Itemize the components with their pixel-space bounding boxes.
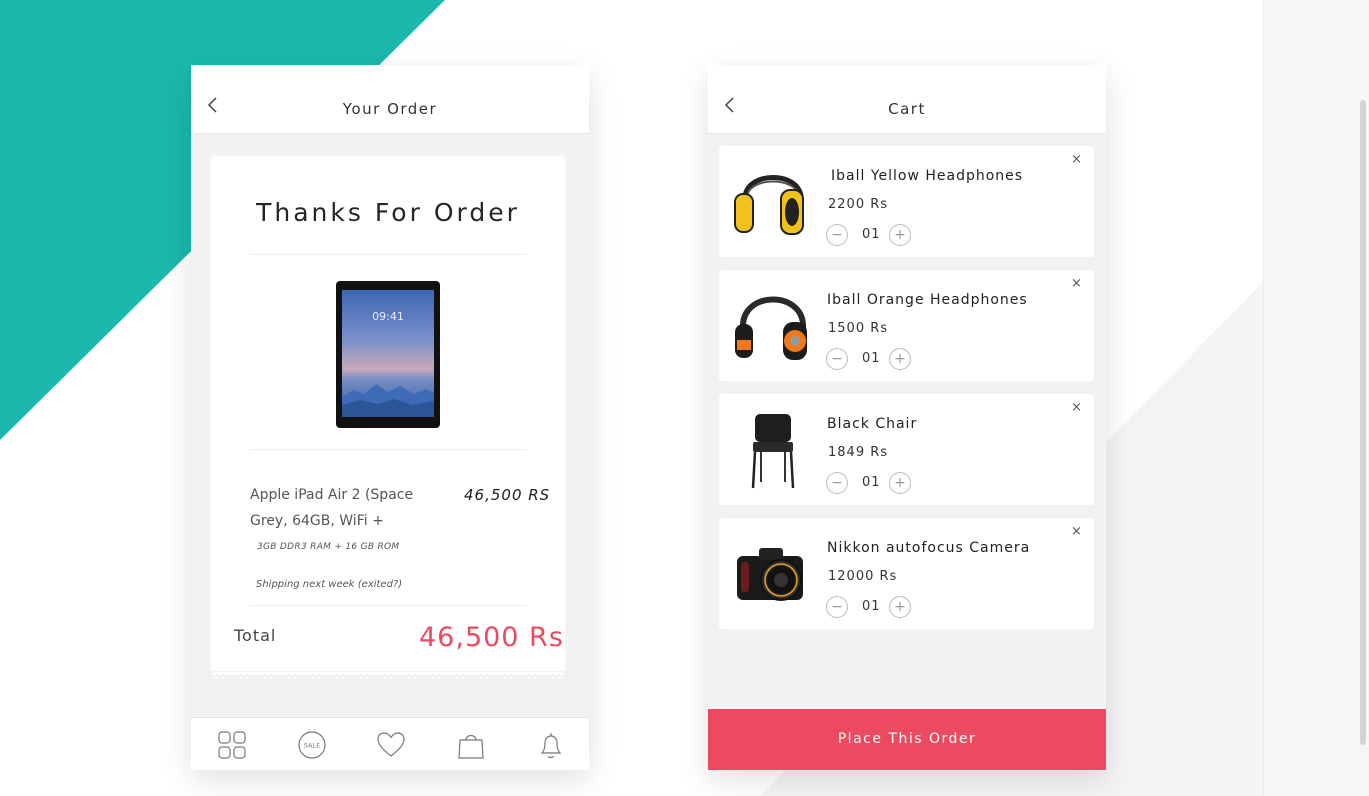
remove-button[interactable]: × <box>1071 152 1082 167</box>
decrease-button[interactable]: − <box>826 596 848 618</box>
place-order-button[interactable]: Place This Order <box>708 709 1106 770</box>
device-clock: 09:41 <box>372 310 404 323</box>
orange-headphones-image <box>735 296 807 360</box>
decrease-button[interactable]: − <box>826 472 848 494</box>
right-panel <box>1263 0 1369 796</box>
cart-item: Nikkon autofocus Camera 12000 Rs × − 01 … <box>719 518 1094 629</box>
quantity-value: 01 <box>862 599 881 614</box>
shopping-bag-icon[interactable] <box>456 730 486 760</box>
mountain-graphic <box>342 384 434 417</box>
order-receipt: Thanks For Order 09:41 Apple iPad Air 2 … <box>211 156 565 678</box>
sale-icon[interactable]: SALE <box>297 730 327 760</box>
remove-button[interactable]: × <box>1071 400 1082 415</box>
cart-screen: Cart Iball Yellow Headphones 2200 Rs × −… <box>708 65 1106 770</box>
divider <box>250 449 527 450</box>
quantity-stepper: − 01 + <box>826 472 946 498</box>
remove-button[interactable]: × <box>1071 524 1082 539</box>
increase-button[interactable]: + <box>889 224 911 246</box>
quantity-stepper: − 01 + <box>826 596 946 622</box>
quantity-value: 01 <box>862 475 881 490</box>
item-price: 2200 Rs <box>828 197 889 212</box>
item-name: Iball Orange Headphones <box>827 292 1028 308</box>
quantity-stepper: − 01 + <box>826 224 946 250</box>
cart-item: Iball Yellow Headphones 2200 Rs × − 01 + <box>719 146 1094 257</box>
item-price: 1500 Rs <box>828 321 889 336</box>
item-price: 1849 Rs <box>828 445 889 460</box>
thanks-heading: Thanks For Order <box>256 198 520 227</box>
divider <box>250 254 527 255</box>
sale-icon-label: SALE <box>304 742 320 750</box>
bell-icon[interactable] <box>536 730 566 760</box>
scrollbar[interactable] <box>1360 100 1366 745</box>
product-name: Apple iPad Air 2 (Space Grey, 64GB, WiFi… <box>250 487 414 529</box>
cart-header: Cart <box>708 65 1106 134</box>
page-title: Cart <box>888 100 926 118</box>
order-screen: Your Order Thanks For Order 09:41 Apple … <box>191 65 589 770</box>
decrease-button[interactable]: − <box>826 348 848 370</box>
quantity-value: 01 <box>862 351 881 366</box>
divider <box>250 605 527 606</box>
quantity-stepper: − 01 + <box>826 348 946 374</box>
order-header: Your Order <box>191 65 589 134</box>
receipt-edge <box>211 671 565 678</box>
grid-icon[interactable] <box>217 730 247 760</box>
product-image: 09:41 <box>336 281 440 428</box>
page-title: Your Order <box>342 100 438 118</box>
cart-item: Iball Orange Headphones 1500 Rs × − 01 + <box>719 270 1094 381</box>
item-name: Iball Yellow Headphones <box>831 168 1024 184</box>
bottom-navigation: SALE <box>191 717 589 770</box>
quantity-value: 01 <box>862 227 881 242</box>
remove-button[interactable]: × <box>1071 276 1082 291</box>
cart-item: Black Chair 1849 Rs × − 01 + <box>719 394 1094 505</box>
increase-button[interactable]: + <box>889 596 911 618</box>
increase-button[interactable]: + <box>889 348 911 370</box>
black-chair-image <box>751 414 795 489</box>
product-price: 46,500 RS <box>464 486 551 504</box>
heart-icon[interactable] <box>376 730 406 760</box>
item-name: Nikkon autofocus Camera <box>827 540 1031 556</box>
dslr-camera-image <box>737 548 803 601</box>
yellow-headphones-image <box>734 175 804 235</box>
item-price: 12000 Rs <box>828 569 898 584</box>
product-spec: 3GB DDR3 RAM + 16 GB ROM <box>257 542 400 552</box>
total-label: Total <box>234 626 277 645</box>
total-value: 46,500 Rs <box>419 622 564 653</box>
item-name: Black Chair <box>827 416 918 432</box>
decrease-button[interactable]: − <box>826 224 848 246</box>
shipping-note: Shipping next week (exited?) <box>256 579 403 590</box>
increase-button[interactable]: + <box>889 472 911 494</box>
